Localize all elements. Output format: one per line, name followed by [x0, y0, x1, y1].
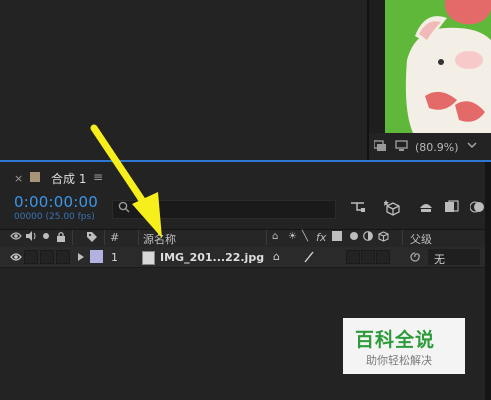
parent-pickwhip-icon[interactable] — [409, 251, 421, 266]
collapse-switch-icon[interactable]: ☀ — [288, 231, 297, 242]
solo-icon[interactable] — [42, 231, 50, 244]
watermark-subtitle: 助你轻松解决 — [366, 354, 432, 367]
layer-shy-switch-icon[interactable]: ⌂ — [273, 250, 280, 263]
frame-blend-switch-icon[interactable] — [332, 231, 342, 244]
layer-source-name[interactable]: IMG_201...22.jpg — [160, 251, 264, 264]
chevron-down-icon[interactable] — [467, 139, 477, 152]
3d-layer-icon[interactable] — [378, 231, 389, 245]
speaker-icon[interactable] — [25, 231, 37, 244]
shy-layers-icon[interactable] — [418, 200, 434, 218]
parent-dropdown-value: 无 — [434, 253, 445, 266]
watermark-title: 百科全说 — [355, 329, 436, 351]
quality-switch-icon[interactable]: ╲ — [302, 231, 308, 242]
flowchart-icon[interactable] — [350, 200, 366, 218]
lock-switch-cell[interactable] — [56, 250, 70, 264]
comp-color-swatch — [30, 172, 40, 182]
layer-visibility-eye-icon[interactable] — [10, 252, 22, 265]
column-divider[interactable] — [72, 230, 73, 245]
shy-switch-icon[interactable]: ⌂ — [272, 231, 278, 242]
column-parent[interactable]: 父级 — [410, 231, 432, 247]
layer-switch-cell[interactable] — [376, 250, 390, 264]
motion-blur-icon[interactable] — [469, 200, 486, 218]
effects-fx-icon[interactable]: fx — [316, 231, 326, 244]
audio-switch-cell[interactable] — [24, 250, 38, 264]
layer-number: 1 — [111, 251, 118, 264]
layer-switch-cell[interactable] — [346, 250, 360, 264]
panel-scroll-edge[interactable] — [485, 162, 491, 400]
adjustment-layer-icon[interactable] — [363, 231, 373, 244]
column-divider[interactable] — [402, 230, 403, 245]
image-file-icon — [142, 251, 155, 265]
motion-blur-switch-icon[interactable] — [347, 231, 359, 244]
zoom-level-dropdown[interactable]: (80.9%) — [415, 141, 459, 154]
composition-preview[interactable] — [385, 0, 491, 133]
solo-switch-cell[interactable] — [40, 250, 54, 264]
frame-blending-icon[interactable] — [444, 200, 460, 218]
project-panel — [0, 0, 367, 160]
layer-label-color[interactable] — [90, 250, 103, 263]
monitor-icon[interactable] — [395, 140, 408, 154]
lock-icon[interactable] — [56, 231, 66, 245]
close-icon[interactable]: × — [14, 172, 23, 185]
layer-switch-cell[interactable] — [361, 250, 375, 264]
expand-triangle-icon[interactable] — [77, 252, 85, 265]
camera-icon[interactable] — [373, 140, 387, 154]
layer-quality-switch-icon[interactable] — [303, 251, 315, 266]
cartoon-image — [385, 0, 491, 133]
eye-icon[interactable] — [10, 231, 22, 244]
draft-3d-icon[interactable] — [383, 200, 400, 220]
column-divider[interactable] — [266, 230, 267, 245]
yellow-arrow-annotation — [90, 124, 162, 238]
